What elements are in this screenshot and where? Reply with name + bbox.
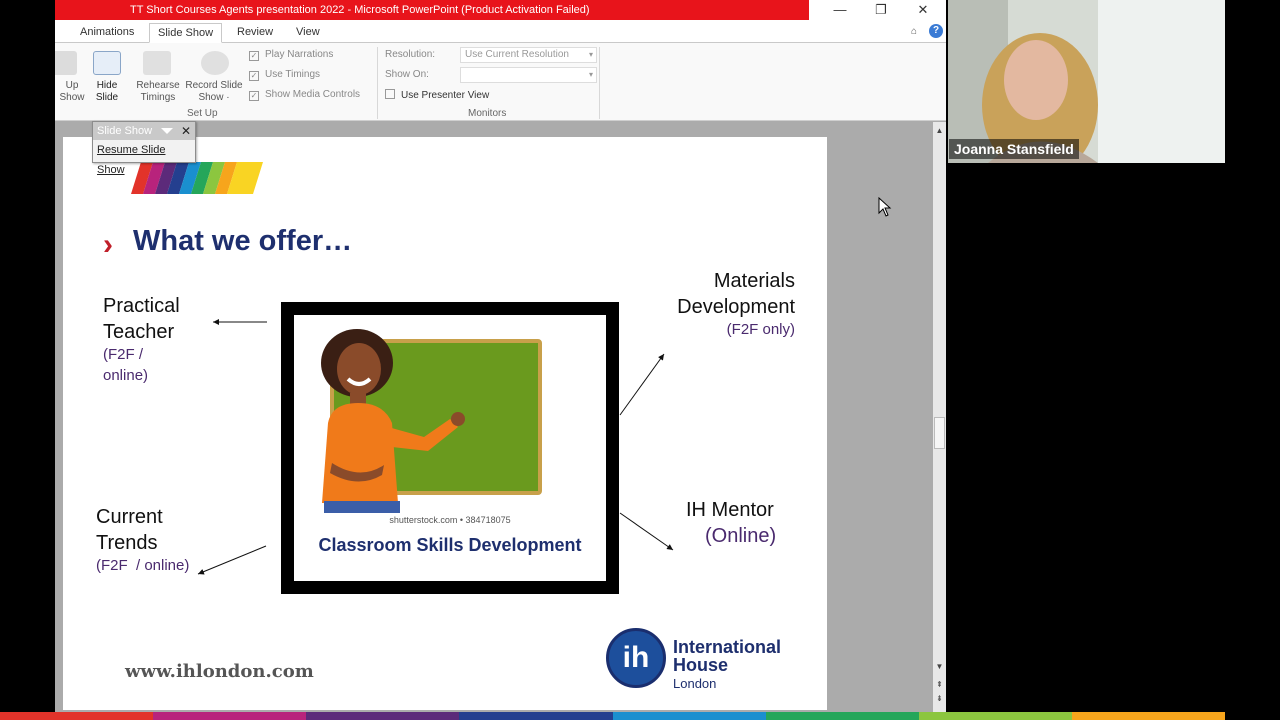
- hide-slide-button[interactable]: Hide Slide: [89, 80, 125, 104]
- current-trends-label: Current Trends: [96, 506, 163, 554]
- tab-review[interactable]: Review: [229, 23, 281, 43]
- practical-teacher-mode: (F2F / online): [103, 346, 149, 384]
- screen: TT Short Courses Agents presentation 202…: [0, 0, 1280, 720]
- title-bullet-icon: ›: [103, 228, 113, 261]
- setup-slideshow-icon: [55, 51, 77, 75]
- slide-show-floating-toolbar: Slide Show ✕ Resume Slide Show: [92, 121, 196, 176]
- floating-toolbar-title: Slide Show: [97, 125, 153, 137]
- materials-development-mode: (F2F only): [726, 321, 795, 338]
- scroll-thumb[interactable]: [934, 417, 945, 449]
- tab-view[interactable]: View: [288, 23, 328, 43]
- previous-slide-icon[interactable]: ⇞: [934, 680, 945, 689]
- powerpoint-window: TT Short Courses Agents presentation 202…: [55, 0, 946, 720]
- restore-button[interactable]: ❐: [867, 2, 895, 18]
- next-slide-icon[interactable]: ⇟: [934, 694, 945, 703]
- ribbon-tabs: Animations Slide Show Review View ⌂ ?: [55, 20, 946, 43]
- current-trends-mode: (F2F / online): [96, 557, 190, 574]
- record-slide-show-button[interactable]: Record Slide Show ·: [183, 80, 245, 104]
- practical-teacher-label: Practical Teacher: [103, 295, 180, 343]
- teacher-illustration: [321, 329, 465, 513]
- ih-logo-city: London: [673, 676, 717, 691]
- scroll-up-icon[interactable]: ▲: [934, 126, 945, 135]
- classroom-image-frame: shutterstock.com • 384718075 Classroom S…: [281, 302, 619, 594]
- show-media-controls-checkbox[interactable]: ✓ Show Media Controls: [249, 89, 360, 101]
- use-timings-label: Use Timings: [265, 69, 321, 80]
- show-media-controls-label: Show Media Controls: [265, 89, 361, 100]
- image-caption: Classroom Skills Development: [318, 535, 582, 555]
- materials-development-label: Materials Development: [677, 270, 795, 318]
- use-presenter-view-checkbox[interactable]: Use Presenter View: [385, 89, 489, 101]
- ribbon-separator: [599, 47, 600, 119]
- mouse-pointer-icon: [878, 197, 892, 217]
- ih-mentor-mode: (Online): [705, 525, 777, 547]
- record-slideshow-icon: [201, 51, 229, 75]
- show-on-label: Show On:: [385, 69, 429, 80]
- play-narrations-checkbox[interactable]: ✓ Play Narrations: [249, 49, 333, 61]
- use-timings-checkbox[interactable]: ✓ Use Timings: [249, 69, 320, 81]
- ih-logo-icon: ih: [606, 628, 666, 688]
- slide-title: What we offer…: [133, 225, 353, 257]
- image-watermark: shutterstock.com • 384718075: [389, 515, 511, 525]
- ribbon-panel: Up Show Hide Slide Rehearse Timings Reco…: [55, 43, 946, 121]
- ih-logo-name: International House: [673, 637, 782, 675]
- classroom-image: shutterstock.com • 384718075 Classroom S…: [291, 312, 609, 584]
- use-presenter-view-label: Use Presenter View: [401, 90, 490, 101]
- chevron-down-icon: ▾: [588, 70, 593, 79]
- tab-animations[interactable]: Animations: [72, 23, 142, 43]
- rehearse-timings-icon: [143, 51, 171, 75]
- help-icon[interactable]: ?: [929, 24, 943, 38]
- window-title: TT Short Courses Agents presentation 202…: [55, 0, 809, 20]
- vertical-scrollbar[interactable]: ▲ ▼ ⇞ ⇟: [933, 122, 946, 712]
- resolution-select[interactable]: Use Current Resolution ▾: [460, 47, 597, 63]
- setup-show-button[interactable]: Up Show: [57, 80, 87, 104]
- slide-editing-area: › What we offer… Practical Teacher (F2F …: [55, 122, 935, 720]
- close-icon[interactable]: ✕: [181, 122, 191, 140]
- chevron-down-icon: ▾: [588, 50, 593, 59]
- collapse-ribbon-icon[interactable]: ⌂: [911, 26, 917, 37]
- participant-name: Joanna Stansfield: [949, 139, 1079, 159]
- website-url: www.ihlondon.com: [125, 661, 314, 682]
- dropdown-icon[interactable]: [161, 128, 173, 134]
- play-narrations-label: Play Narrations: [265, 49, 334, 60]
- tab-slide-show[interactable]: Slide Show: [149, 23, 223, 43]
- resume-slide-show-button[interactable]: Resume Slide Show: [93, 140, 195, 180]
- ih-mentor-label: IH Mentor: [686, 499, 774, 521]
- setup-group-label: Set Up: [187, 108, 218, 119]
- close-button[interactable]: ✕: [909, 2, 937, 18]
- show-on-select[interactable]: ▾: [460, 67, 597, 83]
- slide-canvas[interactable]: › What we offer… Practical Teacher (F2F …: [63, 137, 827, 710]
- resolution-value: Use Current Resolution: [465, 49, 569, 60]
- title-bar: TT Short Courses Agents presentation 202…: [55, 0, 946, 20]
- resolution-label: Resolution:: [385, 49, 436, 60]
- floating-toolbar-header[interactable]: Slide Show ✕: [93, 122, 195, 140]
- ribbon-separator: [377, 47, 378, 119]
- rehearse-timings-button[interactable]: Rehearse Timings: [135, 80, 181, 104]
- monitors-group-label: Monitors: [468, 108, 507, 119]
- bottom-color-bar: [0, 712, 1225, 720]
- hide-slide-icon: [93, 51, 121, 75]
- scroll-down-icon[interactable]: ▼: [934, 662, 945, 671]
- minimize-button[interactable]: —: [826, 2, 854, 18]
